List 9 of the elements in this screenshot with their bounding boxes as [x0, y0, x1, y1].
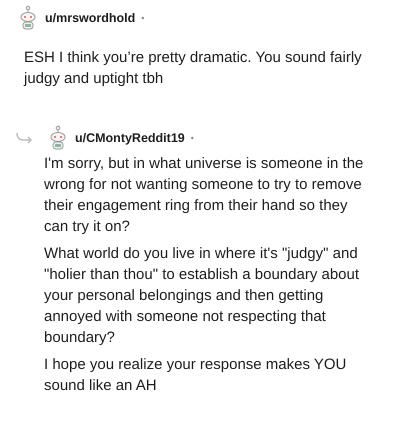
username[interactable]: u/CMontyReddit19 — [75, 131, 185, 145]
comment-text: I'm sorry, but in what universe is someone in the wrong for not wanting someone to try to remove their engagement ring from their hand so they can try it on? — [44, 154, 364, 237]
username[interactable]: u/mrswordhold — [45, 11, 136, 25]
reply-arrow-icon — [15, 132, 33, 144]
separator-dot: • — [190, 133, 194, 143]
comment-text: I hope you realize your response makes YOU sound like an AH — [44, 355, 348, 396]
separator-dot: • — [141, 13, 144, 23]
comment-text: What world do you live in where it's "judgy" and "holier than thou" to establish a boundary about your personal belongings and then getting annoyed with someone not respecting that boundary? — [44, 244, 360, 348]
comment-text: ESH I think you’re pretty dramatic. You sound fairly judgy and uptight tbh — [24, 48, 363, 89]
